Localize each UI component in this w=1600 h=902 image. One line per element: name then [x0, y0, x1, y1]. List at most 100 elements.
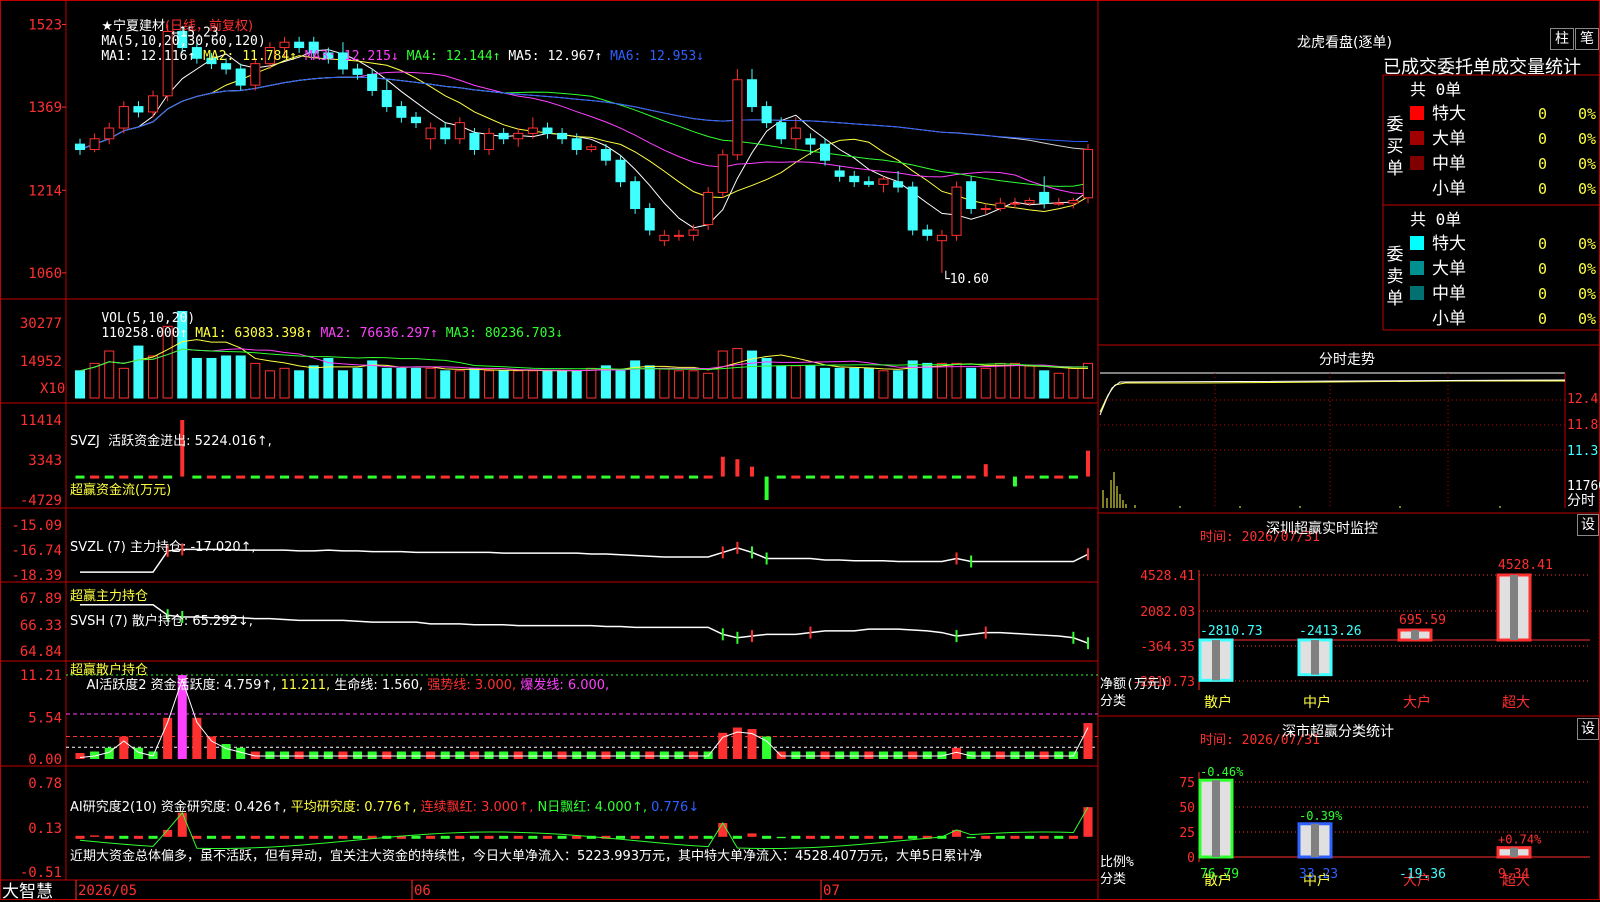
volume-bar	[717, 350, 728, 399]
svzj-bar	[382, 475, 392, 479]
ai-active-bar	[309, 751, 319, 759]
volume-bar	[673, 370, 684, 399]
volume-bar	[498, 370, 509, 399]
vol-prefix: VOL(5,10,20)	[101, 311, 196, 326]
volume-bar	[1053, 372, 1064, 399]
volume-bar	[951, 362, 962, 399]
ai-research-tick: 0.13	[28, 821, 62, 837]
aia-item: AI活跃度2 资金活跃度: 4.759↑,	[86, 678, 281, 693]
volume-bar	[367, 360, 378, 399]
candle-body	[761, 106, 772, 124]
ai-active-bar	[1025, 751, 1035, 759]
ai-active-bar	[499, 751, 509, 759]
aia-item: 11.211,	[280, 678, 335, 693]
svzj-bar	[750, 466, 754, 477]
bar-mode-button[interactable]: 柱	[1550, 28, 1574, 50]
candle-body	[922, 229, 933, 236]
candle-body	[118, 106, 129, 129]
volume-bar	[513, 370, 524, 399]
volume-bar	[308, 365, 319, 399]
svzj-bar	[469, 475, 479, 479]
svzj-bar	[820, 475, 830, 479]
ma-line	[79, 76, 1089, 151]
tab-traded[interactable]: 已成交	[1383, 57, 1437, 78]
sz-class-settings-button[interactable]: 设	[1577, 718, 1599, 740]
ma-item: MA6: 12.953↓	[610, 49, 712, 64]
ai-active-bar	[630, 751, 640, 759]
ai-active-header: AI活跃度2 资金活跃度: 4.759↑, 11.211, 生命线: 1.560…	[70, 659, 613, 708]
candle-body	[893, 181, 904, 188]
svzj-bar	[922, 475, 932, 479]
tab-volume-stats[interactable]: 成交量统计	[1491, 57, 1581, 78]
ai-active-bar	[119, 736, 129, 759]
svzj-bar	[689, 475, 699, 479]
volume-bar	[221, 355, 232, 399]
air-item: 平均研究度: 0.776↑,	[290, 800, 421, 815]
candle-body	[1039, 191, 1050, 204]
volume-bar	[542, 370, 553, 399]
svzj-bar	[1086, 450, 1090, 477]
volume-unit: X10	[40, 381, 65, 397]
volume-bar	[732, 348, 743, 399]
volume-bar	[279, 367, 290, 399]
volume-bar	[805, 365, 816, 399]
sz-monitor-settings-button[interactable]: 设	[1577, 514, 1599, 536]
volume-bar	[1039, 370, 1050, 399]
aia-items: AI活跃度2 资金活跃度: 4.759↑, 11.211, 生命线: 1.560…	[87, 678, 614, 693]
svzj-bar	[338, 475, 348, 479]
ai-active-bar	[279, 751, 290, 759]
candle-body	[805, 138, 816, 145]
low-annotation: └10.60	[942, 270, 989, 287]
candle-body	[1024, 199, 1035, 204]
ai-active-bar	[893, 751, 903, 759]
svzj-bar	[513, 475, 523, 479]
volume-bar	[980, 367, 991, 399]
svzj-bar	[586, 475, 596, 479]
volume-bar	[235, 355, 246, 399]
ai-active-bar	[805, 751, 815, 759]
candle-body	[820, 143, 831, 161]
svzl-tick: -16.74	[11, 543, 62, 559]
candle-body	[966, 181, 977, 210]
ai-research-header: AI研究度2(10) 资金研究度: 0.426↑, 平均研究度: 0.776↑,…	[70, 766, 1096, 894]
tick-mode-button[interactable]: 笔	[1575, 28, 1599, 50]
volume-bar	[761, 357, 772, 399]
svzj-bar	[966, 475, 976, 479]
tab-orders[interactable]: 委托单	[1437, 57, 1491, 78]
svzj-bar	[1025, 475, 1035, 479]
candle-body	[673, 234, 684, 237]
volume-bar	[323, 357, 334, 399]
ai-active-bar	[1010, 751, 1020, 759]
ai-active-bar	[791, 751, 801, 759]
ai-active-bar	[1039, 751, 1049, 759]
candle-body	[600, 149, 611, 161]
aia-item: 强势线: 3.000,	[427, 678, 521, 693]
air-item: 连续飘红: 3.000↑,	[420, 800, 538, 815]
candle-body	[74, 143, 86, 150]
candle-body	[615, 159, 626, 183]
ma-item: MA4: 12.144↑	[406, 49, 509, 64]
volume-tick: 14952	[20, 354, 62, 370]
vol-item: 110258.000↑	[101, 326, 196, 341]
svzj-bar	[615, 475, 626, 479]
candle-body	[440, 127, 451, 140]
lhb-title: 龙虎看盘(逐单)	[1297, 35, 1392, 51]
tab-bar: 已成交委托单成交量统计	[1383, 53, 1581, 79]
volume-bar	[995, 362, 1006, 399]
ma-item: MA1: 12.116↑	[101, 49, 204, 64]
ai-active-bar	[265, 751, 275, 759]
volume-bar	[776, 365, 787, 399]
candle-body	[688, 229, 699, 236]
ai-active-bar	[469, 751, 479, 759]
volume-bar	[557, 370, 568, 399]
svzj-bar	[1012, 476, 1017, 487]
candle-body	[849, 175, 860, 183]
svzl-items: SVZL (7) 主力持仓: -17.020↑,	[70, 536, 260, 555]
ai-active-bar	[718, 732, 728, 759]
candle-body	[717, 154, 728, 193]
sz-class-title: 深市超赢分类统计	[1282, 724, 1394, 740]
volume-bar	[440, 370, 451, 399]
candle-body	[703, 191, 714, 226]
svzj-sub: 超赢资金流(万元)	[70, 483, 172, 498]
volume-bar	[688, 370, 699, 399]
